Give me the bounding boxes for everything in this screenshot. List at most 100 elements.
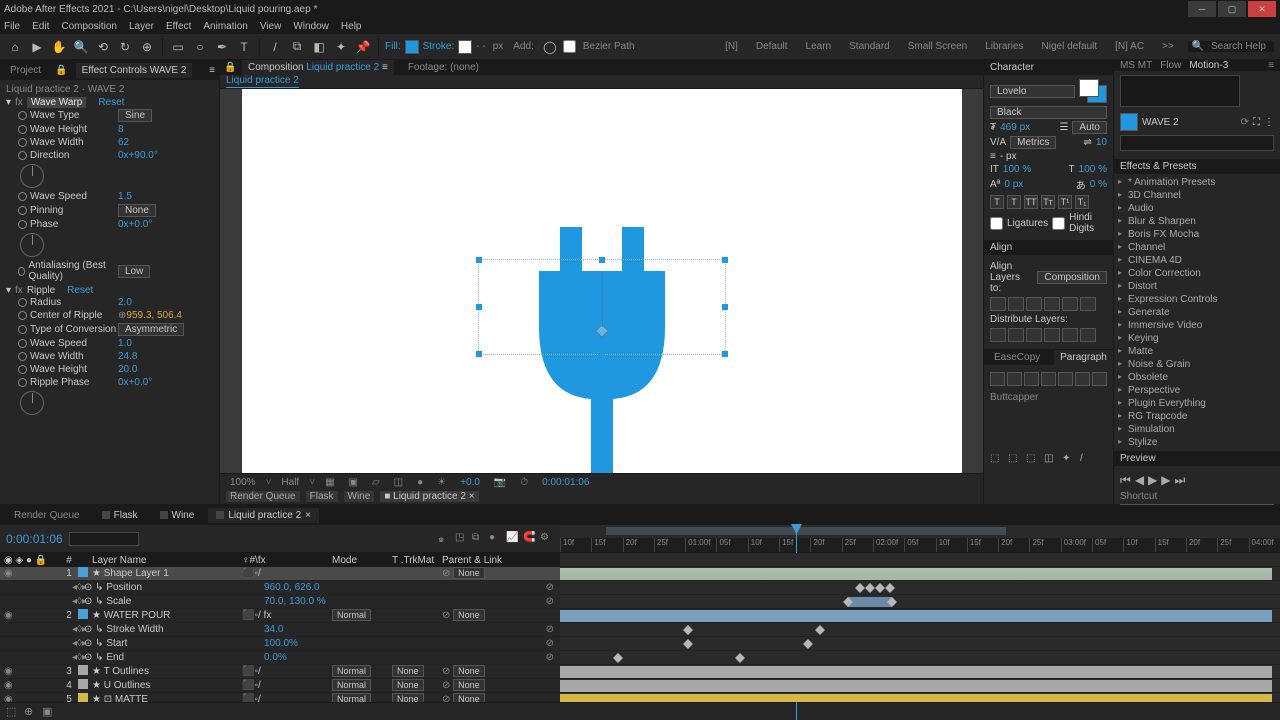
- tl-frameblending-icon[interactable]: ⧉: [472, 532, 486, 546]
- rotate-tool-icon[interactable]: ↻: [116, 38, 134, 56]
- window-maximize-button[interactable]: ▢: [1218, 1, 1246, 17]
- motion3-swatch[interactable]: [1120, 113, 1138, 131]
- rectangle-tool-icon[interactable]: ▭: [169, 38, 187, 56]
- preset-boris[interactable]: Boris FX Mocha: [1114, 228, 1280, 241]
- layer-duration-bar[interactable]: [560, 666, 1272, 678]
- panel-menu-icon[interactable]: ≡: [209, 65, 215, 76]
- tl-snapping-icon[interactable]: 🧲: [523, 532, 537, 546]
- tl-adjustment-icon[interactable]: ⚙: [540, 532, 554, 546]
- font-size-value[interactable]: 469 px: [1000, 122, 1030, 133]
- preset-perspective[interactable]: Perspective: [1114, 384, 1280, 397]
- wave-type-dropdown[interactable]: Sine: [118, 109, 152, 122]
- property-name[interactable]: ⊙ ↳ Start: [84, 638, 264, 649]
- preset-channel[interactable]: Channel: [1114, 241, 1280, 254]
- mask-toggle-icon[interactable]: ▣: [345, 477, 362, 488]
- window-minimize-button[interactable]: ─: [1188, 1, 1216, 17]
- fill-swatch[interactable]: [405, 40, 419, 54]
- label-color-swatch[interactable]: [78, 693, 88, 702]
- fill-label[interactable]: Fill:: [385, 41, 401, 52]
- lock-icon[interactable]: 🔒: [55, 65, 67, 76]
- label-color-swatch[interactable]: [78, 609, 88, 619]
- menu-animation[interactable]: Animation: [203, 21, 247, 32]
- preset-noise[interactable]: Noise & Grain: [1114, 358, 1280, 371]
- shelf-wine[interactable]: Wine: [344, 491, 375, 502]
- tl-render-icon[interactable]: ▣: [42, 705, 56, 719]
- effect-ripple[interactable]: Ripple: [27, 285, 55, 296]
- stroke-label[interactable]: Stroke:: [423, 41, 455, 52]
- workspace-default[interactable]: Default: [752, 41, 792, 52]
- smallcaps-button[interactable]: Tᴛ: [1041, 195, 1055, 209]
- keyframe-nav-icon[interactable]: ◂◊▸: [72, 582, 84, 593]
- hand-tool-icon[interactable]: ✋: [50, 38, 68, 56]
- phase-value[interactable]: 0x+0.0°: [118, 219, 152, 230]
- preview-prev-frame-button[interactable]: ◀: [1135, 473, 1144, 488]
- property-value[interactable]: 960.0, 626.0: [264, 582, 320, 593]
- preset-blur[interactable]: Blur & Sharpen: [1114, 215, 1280, 228]
- tab-footage[interactable]: Footage: (none): [402, 60, 485, 75]
- stroke-width[interactable]: - px: [1000, 151, 1017, 162]
- tl-motionblur-icon[interactable]: ●: [489, 532, 503, 546]
- preview-next-frame-button[interactable]: ▶: [1161, 473, 1170, 488]
- resize-handle[interactable]: [476, 257, 482, 263]
- tl-toggle-switches-icon[interactable]: ⬚: [6, 705, 20, 719]
- shelf-liquid-practice-2[interactable]: Liquid practice 2: [393, 491, 466, 502]
- add-shape-icon[interactable]: ◯: [541, 38, 559, 56]
- preset-simulation[interactable]: Simulation: [1114, 423, 1280, 436]
- effect-reset-link[interactable]: Reset: [98, 97, 124, 108]
- layer-row[interactable]: ◉1★ Shape Layer 1⬛◦/ ⊘ None: [0, 567, 560, 581]
- selection-tool-icon[interactable]: ▶: [28, 38, 46, 56]
- blend-mode-dropdown[interactable]: Normal: [332, 609, 371, 621]
- channel-icon[interactable]: ●: [413, 477, 427, 488]
- region-icon[interactable]: ◫: [390, 477, 407, 488]
- layer-row[interactable]: ◂◊▸⊙ ↳ Scale70.0, 130.0 %⊘: [0, 595, 560, 609]
- property-value[interactable]: 100.0%: [264, 638, 298, 649]
- tracks-area[interactable]: [560, 553, 1280, 702]
- resize-handle[interactable]: [722, 304, 728, 310]
- keyframe-nav-icon[interactable]: ◂◊▸: [72, 652, 84, 663]
- layer-name[interactable]: ★ T Outlines: [92, 666, 242, 677]
- preset-generate[interactable]: Generate: [1114, 306, 1280, 319]
- exposure-value[interactable]: +0.0: [456, 477, 484, 488]
- align-left-button[interactable]: [990, 297, 1006, 311]
- keyframe-nav-icon[interactable]: ◂◊▸: [72, 638, 84, 649]
- italic-button[interactable]: T: [1007, 195, 1021, 209]
- search-help-input[interactable]: 🔍 Search Help: [1188, 41, 1274, 52]
- ligatures-checkbox[interactable]: [990, 217, 1003, 230]
- preset-immersive[interactable]: Immersive Video: [1114, 319, 1280, 332]
- wave-speed-value[interactable]: 1.5: [118, 191, 132, 202]
- layer-switches[interactable]: ⬛◦/ fx: [242, 610, 332, 621]
- text-tool-icon[interactable]: T: [235, 38, 253, 56]
- clone-tool-icon[interactable]: ⧉: [288, 38, 306, 56]
- tl-shy-icon[interactable]: ๑: [438, 532, 452, 546]
- resize-handle[interactable]: [476, 351, 482, 357]
- tl-zoom-in-icon[interactable]: ⊕: [24, 705, 38, 719]
- blend-mode-dropdown[interactable]: Normal: [332, 693, 371, 702]
- blend-mode-dropdown[interactable]: Normal: [332, 665, 371, 677]
- font-family-dropdown[interactable]: Lovelo: [990, 85, 1075, 98]
- effects-presets-title[interactable]: Effects & Presets: [1114, 159, 1280, 174]
- trkmat-dropdown[interactable]: None: [392, 665, 424, 677]
- label-color-swatch[interactable]: [78, 679, 88, 689]
- property-name[interactable]: ⊙ ↳ End: [84, 652, 264, 663]
- timecode-input[interactable]: 0:00:01:06: [6, 532, 63, 546]
- align-target-dropdown[interactable]: Composition: [1037, 271, 1107, 284]
- layer-row[interactable]: ◂◊▸⊙ ↳ End0.0%⊘: [0, 651, 560, 665]
- allcaps-button[interactable]: TT: [1024, 195, 1038, 209]
- parent-dropdown[interactable]: None: [453, 567, 485, 579]
- conversion-dropdown[interactable]: Asymmetric: [118, 323, 184, 336]
- stroke-swatch[interactable]: [458, 40, 472, 54]
- tab-composition-label[interactable]: Composition: [248, 62, 304, 73]
- layer-duration-bar[interactable]: [560, 694, 1272, 702]
- effect-toggle-arrow-icon[interactable]: ▾: [6, 285, 11, 296]
- tab-effect-controls[interactable]: Effect Controls WAVE 2: [76, 63, 193, 78]
- workspace-standard[interactable]: Standard: [845, 41, 894, 52]
- layer-row[interactable]: ◂◊▸⊙ ↳ Position960.0, 626.0⊘: [0, 581, 560, 595]
- effect-toggle-arrow-icon[interactable]: ▾: [6, 97, 11, 108]
- layer-row[interactable]: ◉2★ WATER POUR⬛◦/ fxNormal⊘ None: [0, 609, 560, 623]
- parent-dropdown[interactable]: None: [453, 679, 485, 691]
- parent-dropdown[interactable]: None: [453, 609, 485, 621]
- hindi-digits-checkbox[interactable]: [1052, 217, 1065, 230]
- kerning-dropdown[interactable]: Metrics: [1010, 136, 1056, 149]
- property-value[interactable]: 70.0, 130.0 %: [264, 596, 326, 607]
- trkmat-dropdown[interactable]: None: [392, 693, 424, 702]
